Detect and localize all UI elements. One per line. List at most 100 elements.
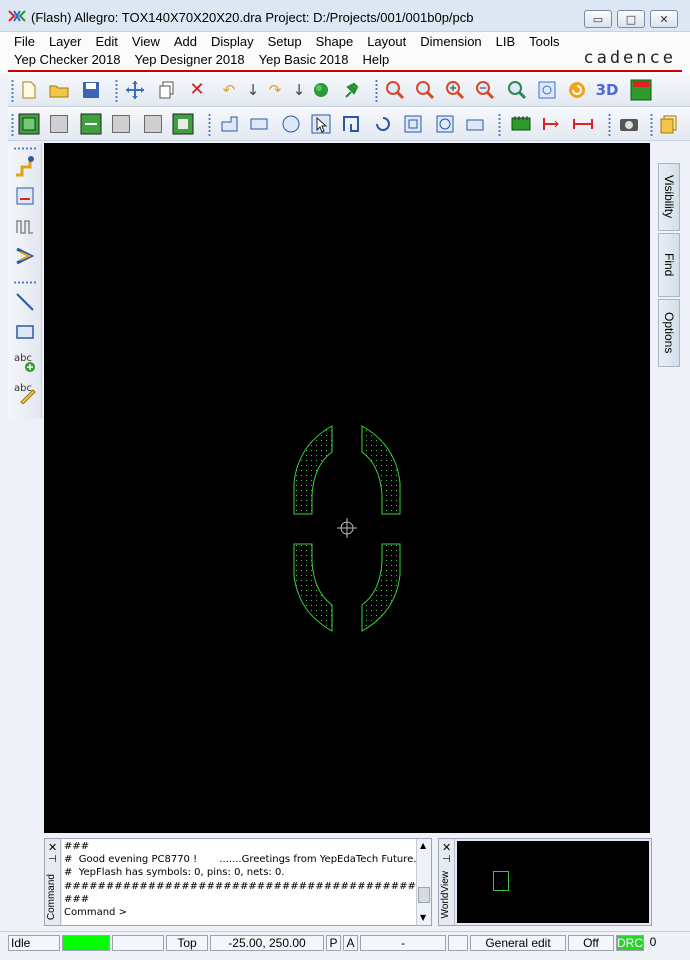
- slide-icon[interactable]: [12, 183, 38, 209]
- menu-yep-designer[interactable]: Yep Designer 2018: [135, 51, 245, 68]
- menu-setup[interactable]: Setup: [268, 33, 302, 50]
- scrollbar-thumb[interactable]: [418, 887, 430, 903]
- menu-edit[interactable]: Edit: [95, 33, 117, 50]
- command-window-sidebar: ✕ ⊣ Command: [45, 839, 61, 925]
- move-icon[interactable]: [124, 79, 146, 101]
- flip-board-icon[interactable]: [630, 79, 652, 101]
- close-icon[interactable]: ✕: [442, 841, 451, 854]
- add-text-icon[interactable]: abc: [12, 349, 38, 375]
- menu-help[interactable]: Help: [362, 51, 389, 68]
- allegro-app-icon[interactable]: [8, 9, 26, 25]
- slot-shape-icon[interactable]: [464, 113, 486, 135]
- menu-file[interactable]: File: [14, 33, 35, 50]
- toolbar-grip[interactable]: [208, 113, 211, 137]
- select-pointer-icon[interactable]: [310, 113, 332, 135]
- toolbar-grip[interactable]: [13, 281, 37, 284]
- status-drc[interactable]: DRC: [616, 935, 644, 951]
- menu-lib[interactable]: LIB: [496, 33, 516, 50]
- measure-icon[interactable]: [572, 113, 594, 135]
- circle-shape-icon[interactable]: [280, 113, 302, 135]
- menu-shape[interactable]: Shape: [316, 33, 354, 50]
- toolbar-grip[interactable]: [375, 79, 378, 103]
- redo-icon[interactable]: ↷: [264, 79, 286, 101]
- minimize-button[interactable]: ▭: [584, 10, 612, 28]
- rectangle-icon[interactable]: [248, 113, 270, 135]
- auto-route-icon[interactable]: [12, 243, 38, 269]
- down-arrow-icon[interactable]: ↓: [288, 79, 310, 101]
- circle-outline-icon[interactable]: [434, 113, 456, 135]
- toolbar-grip[interactable]: [650, 113, 653, 137]
- place-component-icon[interactable]: [510, 113, 532, 135]
- camera-icon[interactable]: [618, 113, 640, 135]
- pin-icon[interactable]: ⊣: [442, 854, 451, 865]
- menu-layer[interactable]: Layer: [49, 33, 82, 50]
- zoom-previous-icon[interactable]: [506, 79, 528, 101]
- copy-icon[interactable]: [156, 79, 178, 101]
- menu-yep-basic[interactable]: Yep Basic 2018: [259, 51, 349, 68]
- redraw-icon[interactable]: [566, 79, 588, 101]
- maximize-button[interactable]: □: [617, 10, 645, 28]
- zoom-world-icon[interactable]: [536, 79, 558, 101]
- scroll-up-icon[interactable]: ▲: [420, 841, 426, 850]
- rotate-icon[interactable]: [372, 113, 394, 135]
- design-canvas[interactable]: [44, 143, 650, 833]
- add-connect-icon[interactable]: [12, 153, 38, 179]
- toolbar-grip[interactable]: [608, 113, 611, 137]
- tab-visibility[interactable]: Visibility: [658, 163, 680, 231]
- pad-shape-upper-right: [361, 425, 401, 515]
- edit-boundary-icon[interactable]: [340, 113, 362, 135]
- status-p-toggle[interactable]: P: [326, 935, 341, 951]
- shape-disabled-icon[interactable]: [110, 113, 132, 135]
- zoom-fit-icon[interactable]: [384, 79, 406, 101]
- delay-tune-icon[interactable]: [12, 213, 38, 239]
- pin-icon[interactable]: [340, 79, 362, 101]
- toolbar-grip[interactable]: [11, 113, 14, 137]
- zoom-in-window-icon[interactable]: [414, 79, 436, 101]
- zoom-out-icon[interactable]: [474, 79, 496, 101]
- close-icon[interactable]: ✕: [48, 841, 57, 854]
- tab-find[interactable]: Find: [658, 233, 680, 297]
- shape-disabled-icon[interactable]: [142, 113, 164, 135]
- open-folder-icon[interactable]: [48, 79, 70, 101]
- toolbar-grip[interactable]: [13, 147, 37, 150]
- add-line-icon[interactable]: [12, 289, 38, 315]
- menu-yep-checker[interactable]: Yep Checker 2018: [14, 51, 121, 68]
- menu-add[interactable]: Add: [174, 33, 197, 50]
- 3d-view-icon[interactable]: 3D: [596, 79, 619, 101]
- delete-icon[interactable]: ✕: [186, 79, 208, 101]
- shape-merge-icon[interactable]: [80, 113, 102, 135]
- menu-display[interactable]: Display: [211, 33, 254, 50]
- worldview-canvas[interactable]: [457, 841, 649, 923]
- status-a-toggle[interactable]: A: [343, 935, 358, 951]
- menu-dimension[interactable]: Dimension: [420, 33, 481, 50]
- command-scrollbar[interactable]: ▲ ▼: [416, 839, 431, 925]
- add-rectangle-icon[interactable]: [12, 319, 38, 345]
- toolbar-grip[interactable]: [11, 79, 14, 103]
- status-active-layer[interactable]: Top: [166, 935, 208, 951]
- shape-void-icon[interactable]: [172, 113, 194, 135]
- menu-view[interactable]: View: [132, 33, 160, 50]
- close-button[interactable]: ✕: [650, 10, 678, 28]
- command-output[interactable]: ### # Good evening PC8770 ! .......Greeti…: [62, 839, 416, 925]
- pin-icon[interactable]: ⊣: [48, 854, 57, 865]
- new-file-icon[interactable]: [18, 79, 40, 101]
- menu-layout[interactable]: Layout: [367, 33, 406, 50]
- command-prompt[interactable]: Command >: [64, 906, 414, 919]
- down-arrow-icon[interactable]: ↓: [242, 79, 264, 101]
- tab-options[interactable]: Options: [658, 299, 680, 367]
- menu-tools[interactable]: Tools: [529, 33, 559, 50]
- stack-icon[interactable]: [658, 113, 680, 135]
- save-icon[interactable]: [80, 79, 102, 101]
- shape-disabled-icon[interactable]: [48, 113, 70, 135]
- toolbar-grip[interactable]: [498, 113, 501, 137]
- undo-icon[interactable]: ↶: [218, 79, 240, 101]
- globe-icon[interactable]: [310, 79, 332, 101]
- shape-add-icon[interactable]: [18, 113, 40, 135]
- scroll-down-icon[interactable]: ▼: [420, 913, 426, 922]
- line-shape-icon[interactable]: [218, 113, 240, 135]
- dimension-icon[interactable]: [540, 113, 562, 135]
- zoom-in-icon[interactable]: [444, 79, 466, 101]
- edit-text-icon[interactable]: abc: [12, 379, 38, 405]
- square-outline-icon[interactable]: [402, 113, 424, 135]
- toolbar-grip[interactable]: [115, 79, 118, 103]
